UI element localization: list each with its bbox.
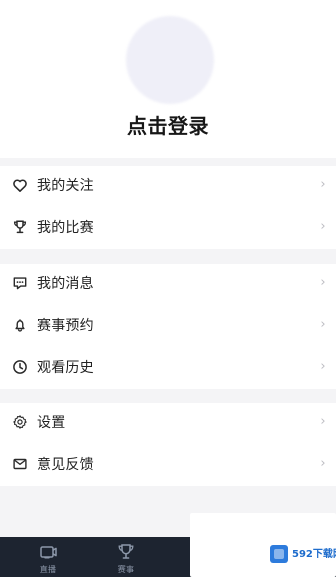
watermark-logo-icon [270, 545, 288, 563]
menu-item-feedback[interactable]: 意见反馈 › [0, 445, 336, 486]
message-icon [12, 275, 28, 291]
avatar[interactable] [126, 16, 214, 104]
menu-item-messages-label: 我的消息 [37, 276, 94, 292]
menu-item-follow-label: 我的关注 [37, 178, 94, 194]
menu-section-1: 我的关注 › 我的比赛 › [0, 166, 336, 249]
menu-item-messages[interactable]: 我的消息 › [0, 264, 336, 305]
bell-icon [12, 317, 28, 333]
trophy-icon [115, 542, 137, 562]
menu-item-follow[interactable]: 我的关注 › [0, 166, 336, 207]
profile-header: 点击登录 [0, 0, 336, 158]
trophy-icon [12, 219, 28, 235]
heart-shield-icon [12, 177, 28, 193]
menu-item-matches-label: 我的比赛 [37, 220, 94, 236]
chevron-right-icon: › [320, 359, 326, 374]
watermark-text: 592下载网 [292, 549, 336, 560]
gear-icon [12, 414, 28, 430]
watermark-overlay: 592下载网 [190, 513, 336, 577]
clock-icon [12, 359, 28, 375]
menu-item-reservations[interactable]: 赛事预约 › [0, 306, 336, 347]
menu-section-2: 我的消息 › 赛事预约 › 观看历史 › [0, 264, 336, 389]
chevron-right-icon: › [320, 275, 326, 290]
tv-icon [37, 542, 59, 562]
menu-section-3: 设置 › 意见反馈 › [0, 403, 336, 486]
chevron-right-icon: › [320, 177, 326, 192]
menu-item-feedback-label: 意见反馈 [37, 457, 94, 473]
nav-matches[interactable]: 赛事 [78, 537, 174, 577]
menu-item-settings-label: 设置 [37, 415, 66, 431]
chevron-right-icon: › [320, 219, 326, 234]
menu-item-matches[interactable]: 我的比赛 › [0, 208, 336, 249]
envelope-icon [12, 456, 28, 472]
menu-item-history[interactable]: 观看历史 › [0, 348, 336, 389]
menu-item-reservations-label: 赛事预约 [37, 318, 94, 334]
login-button[interactable]: 点击登录 [0, 110, 336, 139]
chevron-right-icon: › [320, 456, 326, 471]
menu-item-history-label: 观看历史 [37, 360, 94, 376]
chevron-right-icon: › [320, 317, 326, 332]
menu-item-settings[interactable]: 设置 › [0, 403, 336, 444]
nav-matches-label: 赛事 [117, 565, 135, 574]
chevron-right-icon: › [320, 414, 326, 429]
